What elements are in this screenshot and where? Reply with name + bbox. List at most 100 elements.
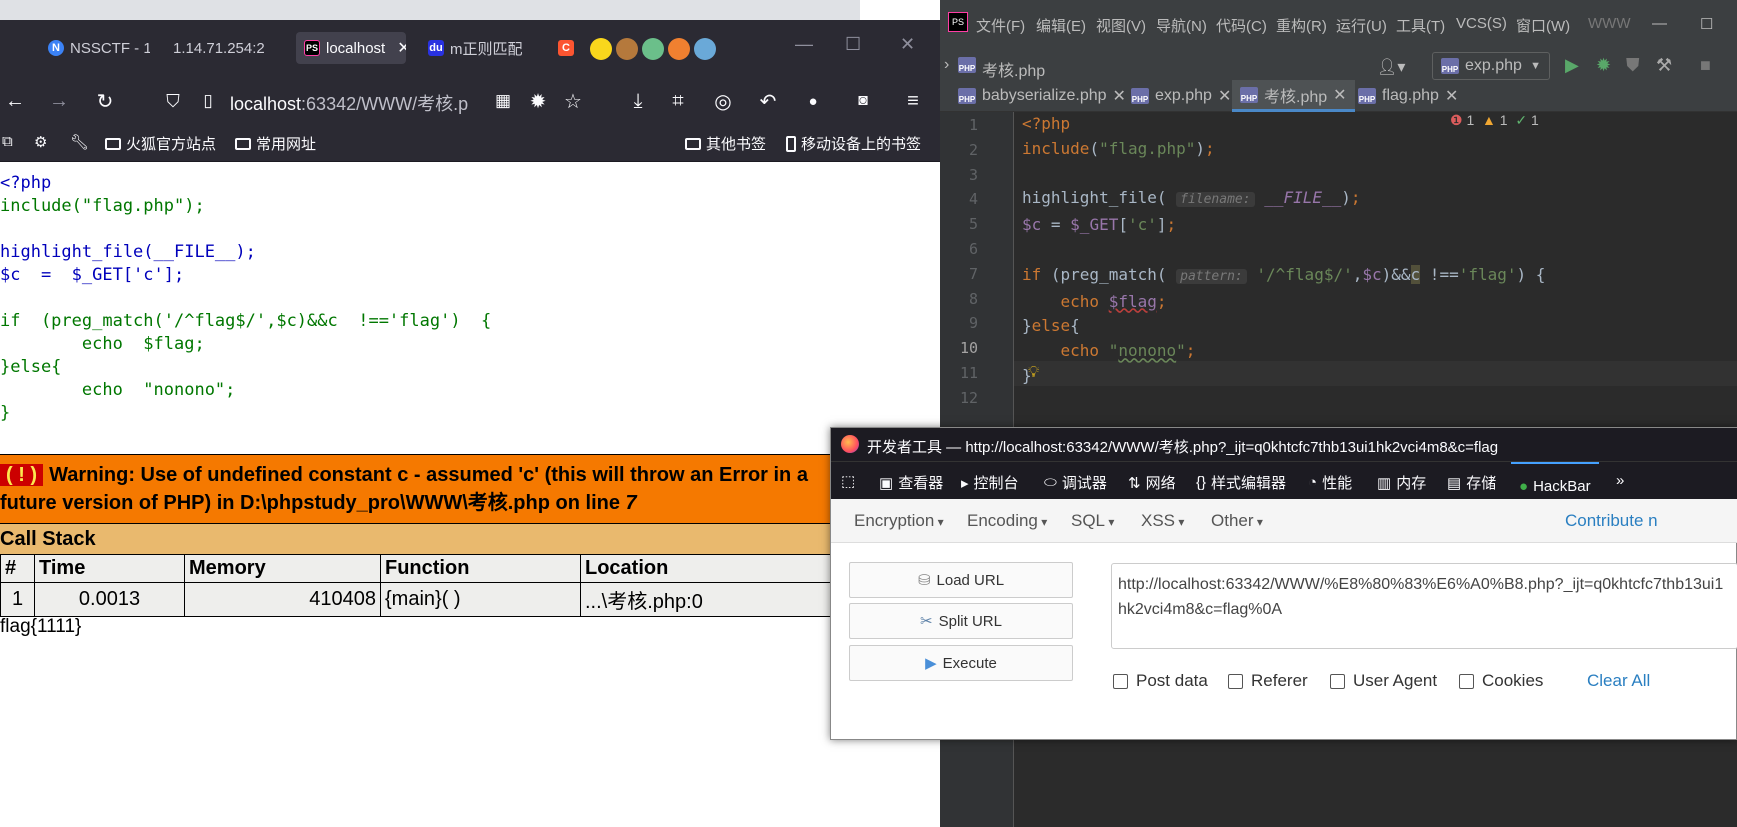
minimize-icon[interactable]: — (1652, 15, 1667, 32)
download-icon[interactable]: ⤓ (625, 88, 651, 114)
checkbox-box[interactable] (1330, 673, 1345, 689)
shield-icon[interactable]: ⛉ (160, 88, 186, 114)
checkbox-box[interactable] (1459, 673, 1474, 689)
breadcrumb-file[interactable]: 考核.php (982, 57, 1045, 81)
reload-icon[interactable]: ↻ (92, 88, 118, 114)
puzzle-icon[interactable]: ⧉ (2, 133, 13, 150)
menu-sql[interactable]: SQL (1071, 511, 1114, 531)
close-icon[interactable]: ✕ (1445, 86, 1458, 106)
menu-encryption[interactable]: Encryption (854, 511, 944, 531)
checkbox-box[interactable] (1113, 673, 1128, 689)
tab-label: NSSCTF - 1 (70, 39, 150, 57)
devtools-titlebar: 开发者工具 — http://localhost:63342/WWW/考核.ph… (831, 428, 1737, 461)
post-data-checkbox[interactable]: Post data (1113, 671, 1208, 691)
stop-icon[interactable]: ■ (1700, 55, 1711, 76)
menu-file[interactable]: 文件(F) (976, 15, 1025, 36)
contribute-link[interactable]: Contribute n (1565, 511, 1658, 531)
line-number: 7 (968, 264, 978, 283)
profiler-icon[interactable]: ⚒ (1656, 55, 1672, 76)
tab-hackbar[interactable]: ● HackBar (1511, 462, 1599, 500)
php-warning-block: ( ! ) Warning: Use of undefined constant … (0, 454, 840, 617)
run-icon[interactable]: ▶ (1565, 55, 1579, 76)
execute-button[interactable]: ▶ Execute (849, 645, 1073, 681)
star-icon[interactable]: ☆ (560, 88, 586, 114)
tab-debugger[interactable]: ⬭ 调试器 (1044, 472, 1107, 493)
crop-icon[interactable]: ⌗ (665, 88, 691, 114)
ide-source-code[interactable]: <?php include("flag.php"); highlight_fil… (1022, 112, 1545, 389)
menu-tools[interactable]: 工具(T) (1396, 15, 1445, 36)
tab-ip[interactable]: 1.14.71.254:2 (165, 32, 290, 64)
menu-icon[interactable]: ≡ (900, 88, 926, 114)
tab-memory[interactable]: ▥ 内存 (1377, 472, 1426, 493)
inspection-widget[interactable]: ❶ 1 ▲ 1 ✓ 1 (1450, 112, 1539, 129)
hackbar-url-input[interactable]: http://localhost:63342/WWW/%E8%80%83%E6%… (1111, 563, 1737, 649)
close-window-icon[interactable]: ✕ (900, 34, 915, 55)
minimize-icon[interactable]: — (795, 34, 813, 55)
tab-exp[interactable]: PHP exp.php ✕ (1123, 80, 1239, 112)
line-number: 1 (968, 116, 978, 134)
cookies-checkbox[interactable]: Cookies (1459, 671, 1543, 691)
tab-inspector[interactable]: ▣ 查看器 (879, 472, 943, 493)
menu-edit[interactable]: 编辑(E) (1036, 15, 1086, 36)
user-icon[interactable]: 👤︎▾ (1377, 57, 1405, 77)
tab-performance[interactable]: ◔ 性能 (1308, 472, 1352, 493)
back-icon[interactable]: ← (2, 88, 28, 114)
coverage-icon[interactable]: ⛊ (1626, 55, 1640, 76)
qr-code-icon[interactable]: ▦ (490, 88, 516, 114)
picker-icon[interactable]: ⬚ (841, 472, 855, 490)
bug-icon[interactable]: ✹ (525, 88, 551, 114)
close-icon[interactable]: ✕ (1218, 86, 1231, 106)
tab-storage[interactable]: ▤ 存储 (1447, 472, 1496, 493)
referer-checkbox[interactable]: Referer (1228, 671, 1308, 691)
close-icon[interactable]: ✕ (1333, 85, 1346, 105)
menu-other[interactable]: Other (1211, 511, 1263, 531)
line-number: 12 (959, 388, 978, 407)
tab-baidu[interactable]: du m正则匹配 (420, 32, 530, 64)
wrench-icon[interactable]: 🔧︎ (70, 133, 89, 151)
tab-nssctf[interactable]: N NSSCTF - 1 (40, 32, 150, 64)
tab-network[interactable]: ⇅ 网络 (1128, 472, 1176, 493)
close-tab-icon[interactable]: ✕ (397, 38, 406, 58)
maximize-icon[interactable]: ☐ (1700, 15, 1713, 33)
tab-style-editor[interactable]: {} 样式编辑器 (1196, 472, 1286, 493)
lightbulb-icon[interactable]: 💡︎ (1028, 364, 1039, 382)
menu-run[interactable]: 运行(U) (1336, 15, 1387, 36)
menu-view[interactable]: 视图(V) (1096, 15, 1146, 36)
split-url-button[interactable]: ✂ Split URL (849, 603, 1073, 639)
page-icon: ▯ (203, 91, 213, 110)
checkbox-box[interactable] (1228, 673, 1243, 689)
settings-icon[interactable]: ⚙ (34, 133, 47, 151)
bookmark-common[interactable]: 常用网址 (235, 133, 316, 154)
tab-flag[interactable]: PHP flag.php ✕ (1350, 80, 1466, 112)
forward-icon[interactable]: → (46, 88, 72, 114)
bookmark-mobile[interactable]: 移动设备上的书签 (786, 133, 921, 154)
extension-icon[interactable]: ● (800, 88, 826, 114)
debug-icon[interactable]: ✹ (1596, 55, 1611, 76)
menu-xss[interactable]: XSS (1141, 511, 1184, 531)
record-icon[interactable]: ◎ (710, 88, 736, 114)
user-agent-checkbox[interactable]: User Agent (1330, 671, 1437, 691)
maximize-icon[interactable]: ☐ (845, 34, 861, 55)
tab-localhost[interactable]: PS localhost ✕ (296, 32, 406, 64)
menu-window[interactable]: 窗口(W) (1516, 15, 1570, 36)
run-config-select[interactable]: PHP exp.php ▼ (1432, 52, 1550, 80)
tab-babyserialize[interactable]: PHP babyserialize.php ✕ (950, 80, 1134, 112)
load-url-button[interactable]: ⛁ Load URL (849, 562, 1073, 598)
overflow-chevron-icon[interactable]: » (1616, 472, 1624, 489)
tab-kaohe[interactable]: PHP 考核.php ✕ (1232, 80, 1355, 112)
menu-navigate[interactable]: 导航(N) (1156, 15, 1207, 36)
bookmark-other[interactable]: 其他书签 (685, 133, 766, 154)
undo-icon[interactable]: ↶ (755, 88, 781, 114)
url-bar[interactable]: localhost:63342/WWW/考核.p (230, 90, 468, 116)
profile-icon[interactable]: ◙ (850, 88, 876, 114)
tab-console[interactable]: ▸ 控制台 (961, 472, 1019, 493)
bookmarks-bar: ⧉ ⚙ 🔧︎ 火狐官方站点 常用网址 其他书签 移动设备上的书签 (0, 124, 940, 162)
menu-refactor[interactable]: 重构(R) (1276, 15, 1327, 36)
clear-all-link[interactable]: Clear All (1587, 671, 1650, 691)
code-line: if (preg_match('/^flag$/',$c)&&c !=='fla… (0, 311, 492, 331)
line-number: 4 (968, 190, 978, 209)
menu-vcs[interactable]: VCS(S) (1456, 15, 1507, 32)
menu-encoding[interactable]: Encoding (967, 511, 1047, 531)
bookmark-firefox[interactable]: 火狐官方站点 (105, 133, 216, 154)
menu-code[interactable]: 代码(C) (1216, 15, 1267, 36)
